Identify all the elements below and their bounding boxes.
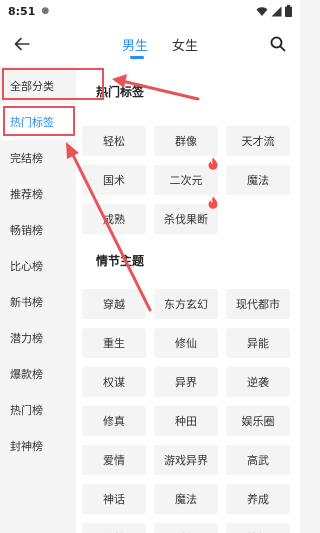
app-screen: 8:51 ● 男生 女生 全部分类 热门标签 完结榜 推荐榜 畅销榜 比心榜 新… (0, 0, 300, 533)
annotation-arrows (66, 74, 200, 312)
arrow-to-hot-tags (66, 142, 152, 312)
arrow-to-all-categories (112, 74, 200, 101)
